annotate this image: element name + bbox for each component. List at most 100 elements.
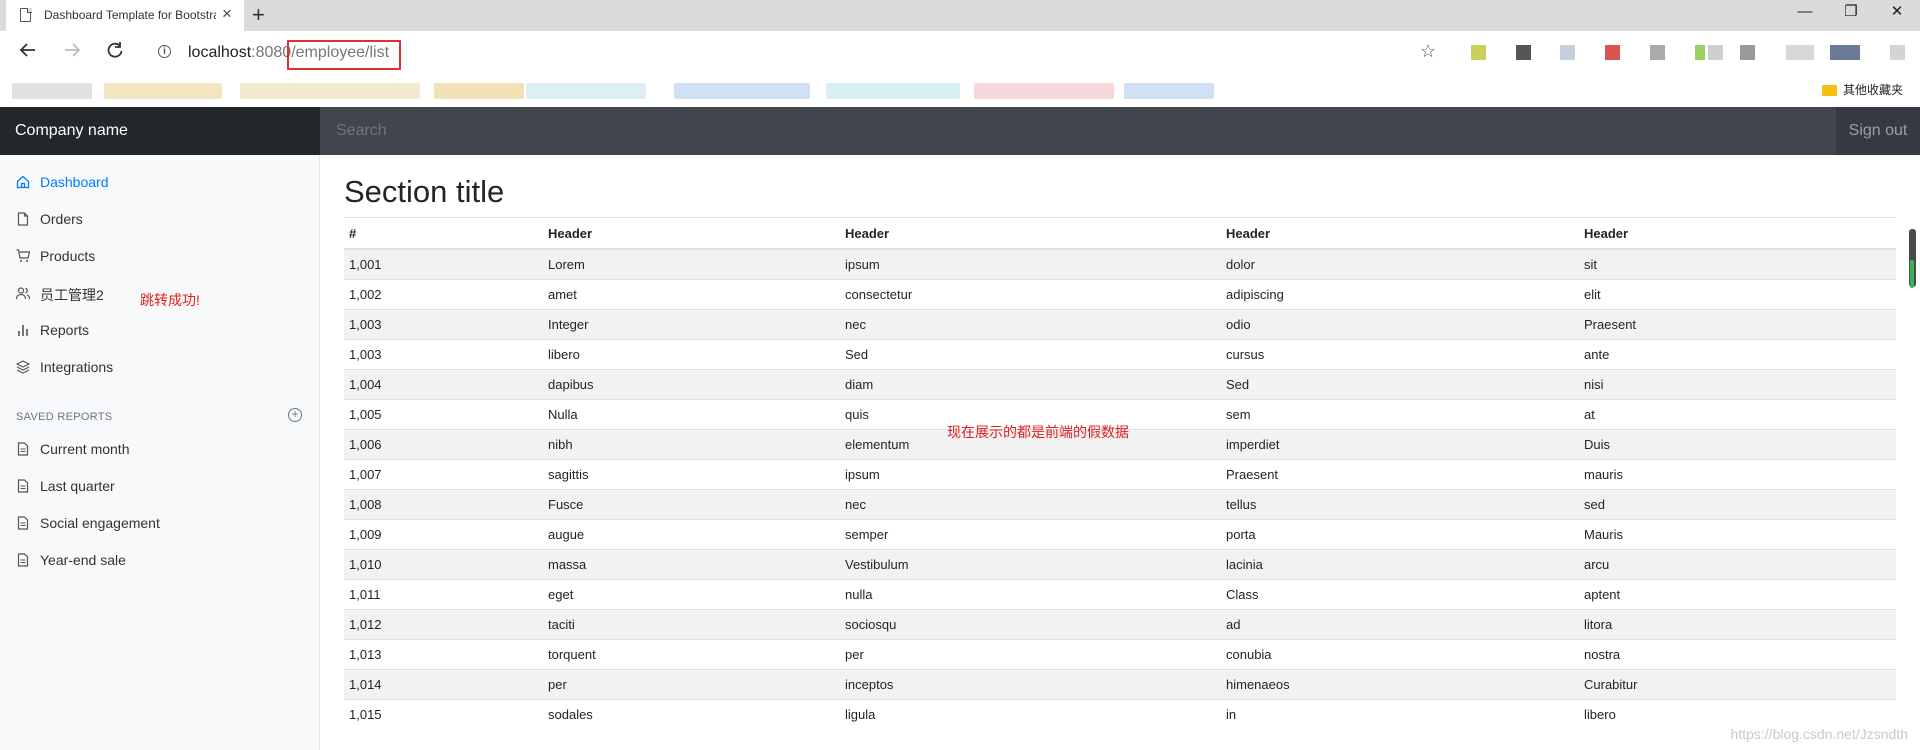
- file-text-icon: [17, 442, 29, 456]
- table-cell: 1,007: [344, 459, 543, 490]
- brand-link[interactable]: Company name: [0, 107, 320, 155]
- table-cell: 1,001: [344, 248, 543, 280]
- table-cell: cursus: [1221, 339, 1579, 370]
- file-text-icon: [17, 479, 29, 493]
- column-header[interactable]: Header: [543, 217, 840, 250]
- table-cell: Duis: [1579, 429, 1896, 460]
- table-cell: nec: [840, 489, 1221, 520]
- column-header[interactable]: Header: [1579, 217, 1896, 250]
- plus-circle-icon[interactable]: +: [288, 408, 302, 422]
- table-cell: mauris: [1579, 459, 1896, 490]
- saved-reports-heading: SAVED REPORTS: [16, 411, 113, 423]
- table-cell: 1,004: [344, 369, 543, 400]
- table-cell: 1,008: [344, 489, 543, 520]
- table-cell: eget: [543, 579, 840, 610]
- extension-icon[interactable]: [1890, 45, 1905, 60]
- table-cell: 1,003: [344, 339, 543, 370]
- extension-icon[interactable]: [1516, 45, 1531, 60]
- info-icon[interactable]: i: [158, 45, 171, 58]
- extension-icon[interactable]: [1740, 45, 1755, 60]
- browser-tab[interactable]: Dashboard Template for Bootstrap ×: [6, 0, 244, 31]
- bookmark-item[interactable]: [1124, 83, 1214, 99]
- table-row: 1,013 torquent per conubia nostra: [344, 639, 1896, 670]
- back-arrow-icon[interactable]: [18, 40, 38, 66]
- bookmark-item[interactable]: [526, 83, 646, 99]
- extension-icon[interactable]: [1650, 45, 1665, 60]
- table-cell: himenaeos: [1221, 669, 1579, 700]
- table-cell: 1,006: [344, 429, 543, 460]
- table-cell: porta: [1221, 519, 1579, 550]
- table-cell: conubia: [1221, 639, 1579, 670]
- minimize-button[interactable]: —: [1782, 0, 1828, 26]
- table-cell: semper: [840, 519, 1221, 550]
- extension-icon[interactable]: [1830, 45, 1860, 60]
- table-cell: augue: [543, 519, 840, 550]
- table-cell: 1,014: [344, 669, 543, 700]
- extension-icon[interactable]: [1471, 45, 1486, 60]
- table-cell: Lorem: [543, 248, 840, 280]
- bookmark-item[interactable]: [12, 83, 92, 99]
- new-tab-button[interactable]: +: [252, 2, 265, 28]
- extension-icon[interactable]: [1708, 45, 1723, 60]
- table-cell: Class: [1221, 579, 1579, 610]
- table-row: 1,008 Fusce nec tellus sed: [344, 489, 1896, 520]
- browser-tab-strip: Dashboard Template for Bootstrap × + — ❐…: [0, 0, 1920, 31]
- extension-icon[interactable]: [1560, 45, 1575, 60]
- column-header[interactable]: Header: [1221, 217, 1579, 250]
- table-cell: amet: [543, 279, 840, 310]
- bar-chart-icon: [18, 325, 28, 336]
- restore-button[interactable]: ❐: [1828, 0, 1874, 26]
- watermark: https://blog.csdn.net/Jzsndth: [1730, 726, 1908, 742]
- bookmark-item[interactable]: [104, 83, 222, 99]
- bookmark-item[interactable]: [434, 83, 524, 99]
- bookmark-item[interactable]: [826, 83, 960, 99]
- table-cell: per: [840, 639, 1221, 670]
- table-cell: massa: [543, 549, 840, 580]
- users-icon: [16, 287, 30, 300]
- url-highlight-box: [287, 40, 401, 70]
- table-cell: sodales: [543, 699, 840, 729]
- data-table: # Header Header Header Header 1,001 Lorem…: [344, 217, 1896, 729]
- sign-out-link[interactable]: Sign out: [1836, 107, 1920, 155]
- table-cell: libero: [543, 339, 840, 370]
- section-title: Section title: [344, 174, 505, 209]
- close-window-button[interactable]: ✕: [1874, 0, 1920, 26]
- table-row: 1,014 per inceptos himenaeos Curabitur: [344, 669, 1896, 700]
- table-cell: nibh: [543, 429, 840, 460]
- extension-icon[interactable]: [1786, 45, 1814, 60]
- table-row: 1,003 libero Sed cursus ante: [344, 339, 1896, 370]
- forward-arrow-icon[interactable]: [62, 40, 82, 66]
- table-row: 1,007 sagittis ipsum Praesent mauris: [344, 459, 1896, 490]
- table-cell: Curabitur: [1579, 669, 1896, 700]
- column-header[interactable]: Header: [840, 217, 1221, 250]
- table-cell: Nulla: [543, 399, 840, 430]
- table-row: 1,003 Integer nec odio Praesent: [344, 309, 1896, 340]
- table-cell: elit: [1579, 279, 1896, 310]
- search-input[interactable]: [320, 107, 1836, 155]
- bookmark-item[interactable]: [240, 83, 420, 99]
- table-row: 1,002 amet consectetur adipiscing elit: [344, 279, 1896, 310]
- table-cell: 1,003: [344, 309, 543, 340]
- page-icon: [20, 7, 32, 22]
- bookmark-item[interactable]: [674, 83, 810, 99]
- table-cell: Praesent: [1579, 309, 1896, 340]
- bookmark-divider: [1214, 83, 1216, 99]
- bookmark-star-icon[interactable]: ☆: [1420, 41, 1436, 62]
- table-cell: per: [543, 669, 840, 700]
- table-cell: sagittis: [543, 459, 840, 490]
- extension-icon[interactable]: [1605, 45, 1620, 60]
- column-header[interactable]: #: [344, 217, 543, 250]
- table-cell: nec: [840, 309, 1221, 340]
- shopping-cart-icon: [16, 249, 30, 262]
- table-cell: dolor: [1221, 248, 1579, 280]
- extension-icon[interactable]: [1695, 45, 1705, 60]
- table-cell: Fusce: [543, 489, 840, 520]
- table-cell: inceptos: [840, 669, 1221, 700]
- other-bookmarks[interactable]: 其他收藏夹: [1822, 81, 1903, 98]
- bookmark-item[interactable]: [974, 83, 1114, 99]
- table-cell: at: [1579, 399, 1896, 430]
- table-cell: lacinia: [1221, 549, 1579, 580]
- table-cell: Praesent: [1221, 459, 1579, 490]
- tab-close-button[interactable]: ×: [222, 5, 232, 23]
- refresh-icon[interactable]: [105, 40, 125, 66]
